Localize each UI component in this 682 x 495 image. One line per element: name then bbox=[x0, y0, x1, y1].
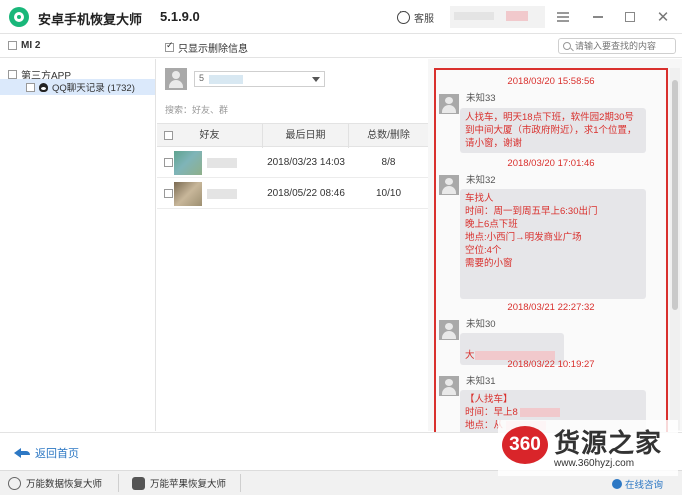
search-input[interactable] bbox=[575, 40, 673, 52]
blurred-user-info bbox=[506, 11, 528, 21]
user-account-area[interactable] bbox=[450, 6, 545, 28]
device-checkbox[interactable] bbox=[8, 41, 17, 50]
friend-list-panel: 5 搜索：好友、群 好友 最后日期 总数/删除 2018/03/23 14:03… bbox=[157, 59, 428, 431]
table-header: 好友 最后日期 总数/删除 bbox=[157, 123, 428, 148]
message-timestamp: 2018/03/20 17:01:46 bbox=[507, 158, 595, 169]
sender-name: 未知33 bbox=[466, 93, 496, 104]
watermark: 360 货源之家 www.360hyzj.com bbox=[498, 420, 678, 476]
blurred-friend-name bbox=[207, 189, 237, 199]
account-avatar bbox=[165, 68, 187, 90]
customer-service-button[interactable]: 客服 bbox=[397, 7, 434, 25]
data-recovery-link[interactable]: 万能数据恢复大师 bbox=[8, 475, 102, 491]
menu-icon[interactable] bbox=[555, 9, 571, 25]
back-arrow-icon bbox=[14, 447, 30, 459]
tree-checkbox[interactable] bbox=[8, 70, 17, 79]
qq-icon bbox=[39, 82, 48, 92]
deleted-only-label: 只显示删除信息 bbox=[178, 44, 248, 55]
data-recovery-label: 万能数据恢复大师 bbox=[26, 479, 103, 490]
message-bubble: 人找车，明天18点下班，软件园2期30号到中间大厦（市政府附近），求1个位置，请… bbox=[460, 108, 646, 153]
count-cell: 10/10 bbox=[375, 188, 402, 199]
divider bbox=[240, 474, 241, 492]
apple-recovery-icon bbox=[132, 476, 145, 490]
blurred-username bbox=[454, 12, 494, 20]
watermark-name: 货源之家 bbox=[554, 429, 663, 459]
tree-item-qq-chat[interactable]: QQ聊天记录 (1732) bbox=[0, 79, 155, 95]
toolbar: MI 2 只显示删除信息 bbox=[0, 34, 682, 58]
message-line: 时间：早上8 bbox=[465, 406, 641, 419]
watermark-url: www.360hyzj.com bbox=[554, 458, 635, 469]
back-home-label: 返回首页 bbox=[35, 448, 79, 460]
last-date-cell: 2018/05/22 08:46 bbox=[267, 188, 345, 199]
maximize-icon[interactable] bbox=[622, 9, 638, 25]
count-cell: 8/8 bbox=[381, 157, 396, 168]
sender-avatar bbox=[439, 175, 459, 195]
column-header-last-date[interactable]: 最后日期 bbox=[263, 124, 349, 148]
message-bubble: 车找人 时间：周一到周五早上6:30出门 晚上6点下班 地点:小西门→明发商业广… bbox=[460, 189, 646, 299]
message-timestamp: 2018/03/22 10:19:27 bbox=[507, 359, 595, 370]
watermark-badge: 360 bbox=[502, 426, 548, 464]
scrollbar-thumb[interactable] bbox=[672, 80, 678, 310]
back-home-button[interactable]: 返回首页 bbox=[14, 445, 79, 461]
deleted-only-checkbox[interactable] bbox=[165, 40, 174, 52]
minimize-icon[interactable] bbox=[590, 9, 606, 25]
friend-avatar bbox=[174, 182, 202, 206]
message-timestamp: 2018/03/20 15:58:56 bbox=[507, 76, 595, 87]
app-logo-icon bbox=[9, 7, 29, 27]
chat-history-panel: 2018/03/20 15:58:56 未知33 人找车，明天18点下班，软件园… bbox=[434, 68, 668, 434]
deleted-only-filter[interactable]: 只显示删除信息 bbox=[165, 40, 248, 55]
sender-name: 未知32 bbox=[466, 175, 496, 186]
blurred-message bbox=[520, 407, 561, 417]
friend-avatar bbox=[174, 151, 202, 175]
apple-recovery-link[interactable]: 万能苹果恢复大师 bbox=[132, 475, 226, 491]
device-name: MI 2 bbox=[21, 40, 41, 51]
tree-item-label: QQ聊天记录 (1732) bbox=[52, 83, 135, 94]
sender-name: 未知30 bbox=[466, 319, 496, 330]
friend-search-input[interactable]: 搜索：好友、群 bbox=[165, 103, 228, 116]
divider bbox=[118, 474, 119, 492]
data-recovery-icon bbox=[8, 476, 21, 490]
sender-avatar bbox=[439, 376, 459, 396]
online-consult-button[interactable]: 在线咨询 bbox=[612, 477, 663, 491]
consult-icon bbox=[612, 479, 622, 489]
app-version: 5.1.9.0 bbox=[160, 9, 200, 24]
tree-checkbox[interactable] bbox=[26, 82, 35, 92]
chat-scrollbar[interactable] bbox=[670, 68, 680, 430]
message-timestamp: 2018/03/21 22:27:32 bbox=[507, 302, 595, 313]
category-tree: 第三方APP QQ聊天记录 (1732) bbox=[0, 59, 156, 431]
row-checkbox[interactable] bbox=[164, 158, 173, 167]
sender-name: 未知31 bbox=[466, 376, 496, 387]
table-row[interactable]: 2018/05/22 08:46 10/10 bbox=[157, 179, 428, 209]
title-bar: 安卓手机恢复大师 5.1.9.0 客服 ✕ bbox=[0, 0, 682, 34]
sender-avatar bbox=[439, 94, 459, 114]
row-checkbox[interactable] bbox=[164, 189, 173, 198]
table-row[interactable]: 2018/03/23 14:03 8/8 bbox=[157, 148, 428, 178]
chevron-down-icon bbox=[312, 77, 320, 82]
last-date-cell: 2018/03/23 14:03 bbox=[267, 157, 345, 168]
search-icon bbox=[563, 42, 571, 50]
chat-bubble-icon bbox=[397, 7, 410, 24]
close-icon[interactable]: ✕ bbox=[655, 9, 671, 26]
app-title: 安卓手机恢复大师 bbox=[38, 12, 143, 27]
online-consult-label: 在线咨询 bbox=[625, 480, 664, 491]
column-header-count[interactable]: 总数/删除 bbox=[349, 124, 428, 148]
apple-recovery-label: 万能苹果恢复大师 bbox=[150, 479, 227, 490]
account-value: 5 bbox=[199, 73, 205, 83]
blurred-friend-name bbox=[207, 158, 237, 168]
column-header-friend[interactable]: 好友 bbox=[157, 124, 263, 148]
message-line: 【人找车】 bbox=[465, 394, 513, 405]
sender-avatar bbox=[439, 320, 459, 340]
customer-service-label: 客服 bbox=[414, 13, 434, 25]
search-box[interactable] bbox=[558, 38, 676, 54]
account-dropdown[interactable]: 5 bbox=[194, 71, 325, 87]
device-select[interactable]: MI 2 bbox=[8, 40, 40, 51]
blurred-account bbox=[209, 75, 243, 84]
